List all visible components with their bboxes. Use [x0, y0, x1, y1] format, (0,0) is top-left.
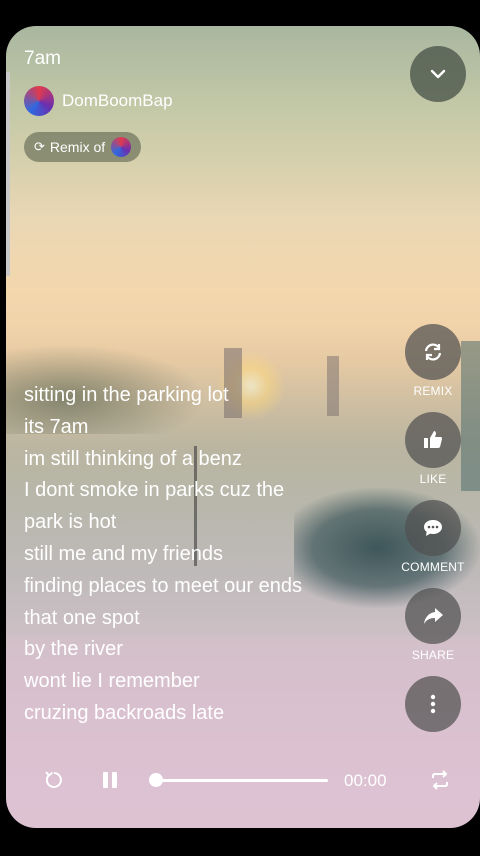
like-button[interactable]: LIKE: [404, 412, 462, 486]
now-playing-card: 7am DomBoomBap ⟳ Remix of sitting in the…: [6, 26, 480, 828]
share-label: SHARE: [411, 648, 455, 662]
window-edge: [6, 72, 10, 276]
comment-button[interactable]: COMMENT: [401, 500, 465, 574]
like-label: LIKE: [419, 472, 447, 486]
artist-row[interactable]: DomBoomBap: [24, 86, 173, 116]
song-title: 7am: [24, 48, 61, 69]
share-icon: [424, 608, 443, 624]
collapse-button[interactable]: [410, 46, 466, 102]
progress-track[interactable]: [156, 779, 328, 782]
artist-name[interactable]: DomBoomBap: [62, 91, 173, 111]
background-building: [461, 341, 480, 491]
lyric-line: sitting in the parking lot: [24, 384, 229, 406]
progress-thumb[interactable]: [149, 773, 163, 787]
share-button-circle[interactable]: [405, 588, 461, 644]
lyric-line: that one spot: [24, 606, 140, 629]
remix-button[interactable]: REMIX: [404, 324, 462, 398]
thumbs-up-icon: [424, 431, 442, 448]
remix-button-circle[interactable]: [405, 324, 461, 380]
like-button-circle[interactable]: [405, 412, 461, 468]
comment-label: COMMENT: [401, 560, 465, 574]
time-display: 00:00: [344, 771, 387, 790]
pause-button[interactable]: [92, 762, 128, 798]
chevron-down-icon: [430, 69, 446, 79]
more-button-circle[interactable]: [405, 676, 461, 732]
restart-icon: [45, 771, 62, 788]
lyric-line: still me and my friends: [24, 542, 223, 565]
lyric-line: its 7am: [24, 415, 89, 438]
remix-label: REMIX: [413, 384, 453, 398]
more-vertical-icon: [430, 694, 436, 714]
restart-button[interactable]: [36, 762, 72, 798]
lyric-line: by the river: [24, 638, 123, 661]
lyric-line: im still thinking of a benz: [24, 447, 242, 470]
lyric-line: wont lie I remember: [24, 670, 200, 693]
lyrics: sitting in the parking lot its 7am im st…: [24, 380, 384, 730]
repeat-icon: [432, 770, 448, 790]
share-button[interactable]: SHARE: [404, 588, 462, 662]
remix-of-label: Remix of: [49, 139, 106, 155]
comment-button-circle[interactable]: [405, 500, 461, 556]
pause-icon: [103, 772, 117, 788]
lyric-line: I dont smoke in parks cuz the: [24, 479, 285, 502]
lyric-line: cruzing backroads late: [24, 701, 225, 724]
lyric-line: finding places to meet our ends: [24, 574, 302, 597]
player-controls: 00:00: [6, 762, 480, 798]
remix-icon: [424, 343, 442, 361]
original-artist-avatar: [111, 137, 132, 157]
comment-icon: [424, 520, 442, 536]
remix-of-pill[interactable]: ⟳ Remix of: [24, 132, 142, 162]
artist-avatar[interactable]: [24, 86, 54, 116]
remix-small-icon: ⟳: [34, 139, 45, 154]
more-button[interactable]: [404, 676, 462, 732]
lyric-line: park is hot: [24, 511, 117, 534]
repeat-button[interactable]: [422, 762, 458, 798]
